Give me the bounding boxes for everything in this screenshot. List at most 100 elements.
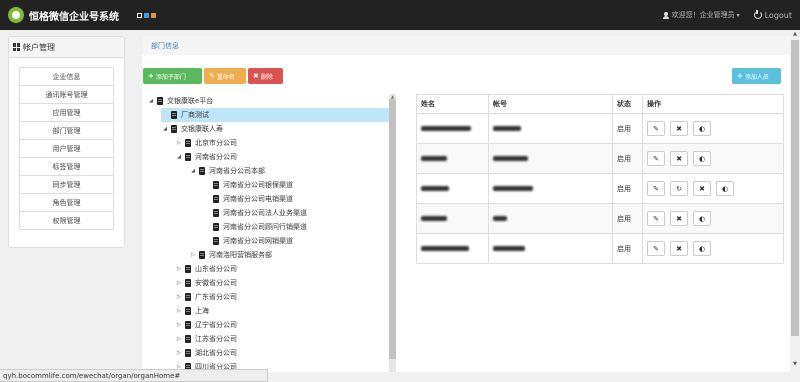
redacted-name bbox=[421, 185, 449, 191]
tree-node[interactable]: 河南省分公司银保渠道 bbox=[203, 178, 293, 192]
expand-triangle-icon[interactable]: ▷ bbox=[175, 280, 183, 286]
tree-node[interactable]: ▷ 河南洛阳营销服务部 bbox=[189, 248, 272, 262]
tree-node[interactable]: 河南省分公司网销渠道 bbox=[203, 234, 293, 248]
edit-button[interactable]: ✎ bbox=[647, 151, 665, 166]
column-header-actions: 操作 bbox=[642, 94, 784, 114]
cell-status: 启用 bbox=[612, 113, 643, 144]
page-scrollbar-thumb[interactable] bbox=[791, 40, 799, 336]
tree-node[interactable]: 河南省分公司法人业务渠道 bbox=[203, 206, 307, 220]
sidebar-item-account-admin[interactable]: 通讯账号管理 bbox=[19, 85, 114, 104]
close-icon: ✖ bbox=[676, 214, 682, 223]
user-menu[interactable]: 欢迎您！企业管理员 ▾ bbox=[662, 10, 740, 20]
expand-triangle-icon[interactable]: ▷ bbox=[175, 294, 183, 300]
tree-node[interactable]: ◢ 河南省分公司本部 bbox=[189, 164, 265, 178]
collapse-triangle-icon[interactable]: ◢ bbox=[161, 126, 169, 132]
redacted-account bbox=[493, 215, 507, 221]
toggle-visibility-button[interactable]: ◐ bbox=[693, 151, 711, 166]
tree-node[interactable]: ◢ 交银康联人寿 bbox=[161, 122, 223, 136]
redacted-name bbox=[421, 125, 471, 131]
tree-scrollbar-thumb[interactable] bbox=[389, 99, 396, 359]
tree-node[interactable]: ▷ 江苏省分公司 bbox=[175, 332, 237, 346]
breadcrumb[interactable]: 部门信息 bbox=[142, 36, 790, 55]
add-sub-department-button[interactable]: + 添加子部门 bbox=[143, 68, 202, 84]
cell-account bbox=[488, 233, 613, 264]
document-icon bbox=[185, 321, 191, 329]
brand[interactable]: 恒格微信企业号系统 bbox=[8, 7, 119, 23]
delete-user-button[interactable]: ✖ bbox=[670, 241, 688, 256]
toggle-visibility-button[interactable]: ◐ bbox=[693, 241, 711, 256]
close-icon: ✖ bbox=[676, 244, 682, 253]
delete-user-button[interactable]: ✖ bbox=[670, 121, 688, 136]
expand-triangle-icon[interactable]: ▷ bbox=[175, 308, 183, 314]
rename-button[interactable]: ✎ 重命名 bbox=[204, 68, 246, 84]
edit-button[interactable]: ✎ bbox=[647, 211, 665, 226]
redacted-account bbox=[493, 155, 528, 161]
delete-user-button[interactable]: ✖ bbox=[670, 151, 688, 166]
document-icon bbox=[185, 139, 191, 147]
tree-node-label: 河南省分公司电销渠道 bbox=[223, 195, 293, 203]
toggle-visibility-button[interactable]: ◐ bbox=[693, 121, 711, 136]
logout-link[interactable]: Logout bbox=[753, 9, 792, 20]
add-person-button[interactable]: + 添加人员 bbox=[732, 68, 781, 84]
tree-node[interactable]: ▷ 上海 bbox=[175, 304, 209, 318]
document-icon bbox=[185, 307, 191, 315]
tree-node[interactable]: ▷ 广东省分公司 bbox=[175, 290, 237, 304]
table-row: 启用 ✎ ✖ ◐ bbox=[416, 143, 784, 174]
collapse-triangle-icon[interactable]: ◢ bbox=[147, 98, 155, 104]
reset-button[interactable]: ↻ bbox=[670, 181, 688, 196]
tree-node[interactable]: ◢ 河南省分公司 bbox=[175, 150, 237, 164]
tree-node[interactable]: ◢ 交银康联e平台 bbox=[147, 94, 213, 108]
square-orange-icon bbox=[151, 12, 156, 18]
tree-node[interactable]: 厂商测试 bbox=[161, 108, 389, 122]
delete-user-button[interactable]: ✖ bbox=[670, 211, 688, 226]
tree-node[interactable]: ▷ 北京市分公司 bbox=[175, 136, 237, 150]
delete-user-button[interactable]: ✖ bbox=[693, 181, 711, 196]
sidebar-item-role-admin[interactable]: 角色管理 bbox=[19, 193, 114, 212]
collapse-triangle-icon[interactable]: ◢ bbox=[189, 168, 197, 174]
scroll-down-icon[interactable]: ▼ bbox=[791, 361, 799, 367]
expand-triangle-icon[interactable]: ▷ bbox=[175, 266, 183, 272]
expand-triangle-icon[interactable]: ▷ bbox=[175, 350, 183, 356]
table-header-row: 姓名 帐号 状态 操作 bbox=[416, 94, 784, 114]
tree-node[interactable]: ▷ 山东省分公司 bbox=[175, 262, 237, 276]
sidebar-item-user-admin[interactable]: 用户管理 bbox=[19, 139, 114, 158]
column-header-name: 姓名 bbox=[416, 94, 489, 114]
edit-icon: ✎ bbox=[653, 214, 659, 223]
tree-node[interactable]: 河南省分公司顾问行销渠道 bbox=[203, 220, 307, 234]
expand-triangle-icon[interactable]: ▷ bbox=[175, 336, 183, 342]
user-greeting: 欢迎您！企业管理员 bbox=[671, 11, 735, 19]
expand-triangle-icon[interactable]: ▷ bbox=[175, 322, 183, 328]
sidebar-item-permission-admin[interactable]: 权限管理 bbox=[19, 211, 114, 230]
tree-node[interactable]: ▷ 辽宁省分公司 bbox=[175, 318, 237, 332]
toggle-visibility-button[interactable]: ◐ bbox=[693, 211, 711, 226]
document-icon bbox=[171, 125, 177, 133]
edit-button[interactable]: ✎ bbox=[647, 241, 665, 256]
tree-node[interactable]: ▷ 湖北省分公司 bbox=[175, 346, 237, 360]
close-icon: ✖ bbox=[253, 72, 259, 80]
window-mode-icons bbox=[137, 12, 156, 18]
edit-icon: ✎ bbox=[653, 244, 659, 253]
toggle-visibility-button[interactable]: ◐ bbox=[716, 181, 734, 196]
sidebar-item-sync-admin[interactable]: 同步管理 bbox=[19, 175, 114, 194]
tree-node-label: 河南省分公司顾问行销渠道 bbox=[223, 223, 307, 231]
edit-button[interactable]: ✎ bbox=[647, 181, 665, 196]
sidebar-item-company-info[interactable]: 企业信息 bbox=[19, 67, 114, 86]
edit-button[interactable]: ✎ bbox=[647, 121, 665, 136]
tree-scrollbar[interactable]: ▲ bbox=[389, 94, 396, 372]
expand-triangle-icon[interactable]: ▷ bbox=[175, 140, 183, 146]
page-scrollbar[interactable]: ▲ ▼ bbox=[790, 30, 800, 382]
plus-icon: + bbox=[148, 72, 154, 80]
sidebar-item-app-admin[interactable]: 应用管理 bbox=[19, 103, 114, 122]
delete-button[interactable]: ✖ 删除 bbox=[248, 68, 283, 84]
sidebar-item-tag-admin[interactable]: 标签管理 bbox=[19, 157, 114, 176]
table-row: 启用 ✎ ↻ ✖ ◐ bbox=[416, 173, 784, 204]
cell-name bbox=[416, 173, 489, 204]
expand-triangle-icon[interactable]: ▷ bbox=[189, 252, 197, 258]
document-icon bbox=[199, 251, 205, 259]
scroll-up-icon[interactable]: ▲ bbox=[791, 31, 799, 37]
tree-node[interactable]: ▷ 安徽省分公司 bbox=[175, 276, 237, 290]
sidebar-item-department-admin[interactable]: 部门管理 bbox=[19, 121, 114, 140]
cell-status: 启用 bbox=[612, 203, 643, 234]
collapse-triangle-icon[interactable]: ◢ bbox=[175, 154, 183, 160]
tree-node[interactable]: 河南省分公司电销渠道 bbox=[203, 192, 293, 206]
